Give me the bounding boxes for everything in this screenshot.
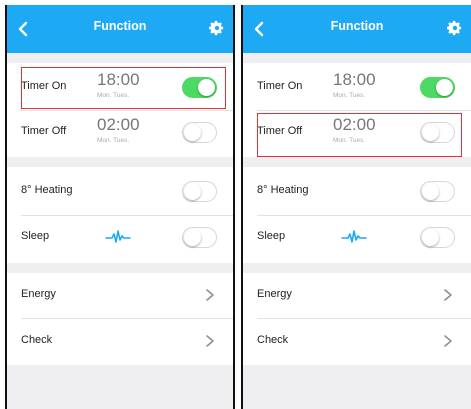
check-row[interactable]: Check xyxy=(243,319,471,363)
energy-row[interactable]: Energy xyxy=(243,273,471,317)
chevron-right-icon xyxy=(444,289,452,301)
timer-off-toggle[interactable] xyxy=(182,122,217,143)
heating-row[interactable]: 8° Heating xyxy=(7,169,233,213)
heartbeat-icon[interactable] xyxy=(341,227,367,247)
mode-group: 8° Heating Sleep xyxy=(243,167,471,263)
sleep-label: Sleep xyxy=(21,230,50,242)
energy-label: Energy xyxy=(257,288,292,300)
highlight-box xyxy=(257,113,462,157)
toggle-knob xyxy=(183,123,201,141)
highlight-box xyxy=(21,67,226,109)
app-header: Function xyxy=(243,5,471,53)
sleep-row[interactable]: Sleep xyxy=(243,215,471,259)
phone-screen-right: Function Timer On 18:00 Mon. Tues. Timer… xyxy=(241,5,471,409)
other-group: Energy Check xyxy=(7,273,233,365)
toggle-knob xyxy=(421,182,439,200)
page-title: Function xyxy=(330,19,384,33)
timer-on-days: Mon. Tues. xyxy=(333,92,366,99)
app-header: Function xyxy=(7,5,233,53)
energy-row[interactable]: Energy xyxy=(7,273,233,317)
toggle-knob xyxy=(421,228,439,246)
timer-on-label: Timer On xyxy=(257,80,303,92)
chevron-right-icon xyxy=(206,289,214,301)
timer-off-days: Mon. Tues. xyxy=(97,137,130,144)
phone-screen-left: Function Timer On 18:00 Mon. Tues. Timer… xyxy=(5,5,235,409)
heartbeat-icon[interactable] xyxy=(105,227,131,247)
chevron-right-icon xyxy=(444,335,452,347)
sleep-toggle[interactable] xyxy=(420,227,455,248)
heating-toggle[interactable] xyxy=(182,181,217,202)
gear-icon[interactable] xyxy=(447,20,463,36)
chevron-right-icon xyxy=(206,335,214,347)
heating-row[interactable]: 8° Heating xyxy=(243,169,471,213)
timer-off-row[interactable]: Timer Off 02:00 Mon. Tues. xyxy=(7,110,233,154)
toggle-knob xyxy=(436,78,453,96)
check-label: Check xyxy=(257,334,289,346)
heating-label: 8° Heating xyxy=(257,184,309,196)
sleep-label: Sleep xyxy=(257,230,286,242)
heating-label: 8° Heating xyxy=(21,184,73,196)
timer-off-time[interactable]: 02:00 xyxy=(97,115,140,135)
timer-on-row[interactable]: Timer On 18:00 Mon. Tues. xyxy=(243,65,471,109)
other-group: Energy Check xyxy=(243,273,471,365)
toggle-knob xyxy=(183,228,201,246)
energy-label: Energy xyxy=(21,288,56,300)
mode-group: 8° Heating Sleep xyxy=(7,167,233,263)
page-title: Function xyxy=(93,19,147,33)
check-label: Check xyxy=(21,334,53,346)
toggle-knob xyxy=(183,182,201,200)
timer-on-time[interactable]: 18:00 xyxy=(333,70,376,90)
timer-on-toggle[interactable] xyxy=(420,77,455,98)
heating-toggle[interactable] xyxy=(420,181,455,202)
sleep-toggle[interactable] xyxy=(182,227,217,248)
gear-icon[interactable] xyxy=(209,20,225,36)
timer-off-label: Timer Off xyxy=(21,125,67,137)
check-row[interactable]: Check xyxy=(7,319,233,363)
sleep-row[interactable]: Sleep xyxy=(7,215,233,259)
